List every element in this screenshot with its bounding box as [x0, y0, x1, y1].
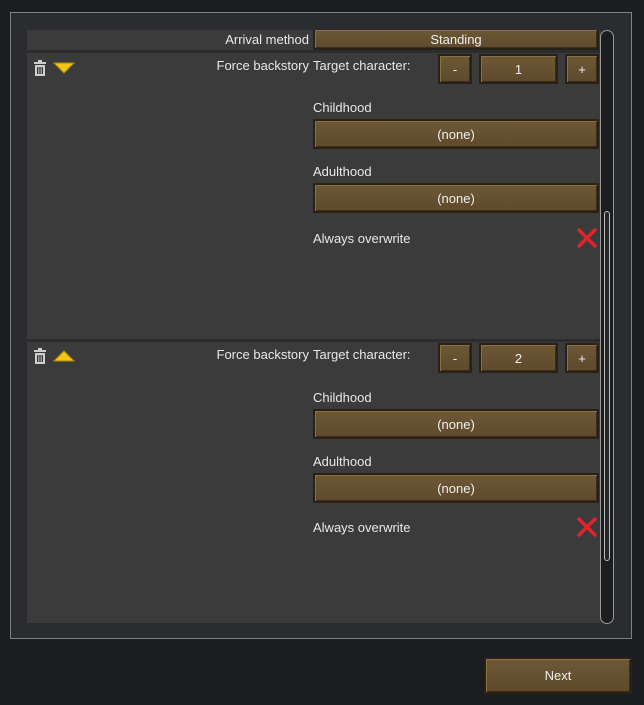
backstory-entry: Force backstory Target character: - 2 + …	[27, 342, 601, 623]
childhood-label: Childhood	[313, 100, 372, 115]
arrival-method-row: Arrival method Standing	[27, 30, 601, 50]
next-button[interactable]: Next	[484, 657, 632, 694]
adulthood-select[interactable]: (none)	[313, 473, 599, 503]
checkbox-unchecked-x-icon[interactable]	[576, 227, 598, 249]
target-character-label: Target character:	[313, 58, 411, 73]
childhood-label: Childhood	[313, 390, 372, 405]
always-overwrite-label: Always overwrite	[313, 520, 411, 535]
decrement-button[interactable]: -	[438, 54, 472, 84]
adulthood-label: Adulthood	[313, 164, 372, 179]
chevron-up-icon[interactable]	[53, 347, 75, 365]
adulthood-select[interactable]: (none)	[313, 183, 599, 213]
arrival-method-button[interactable]: Standing	[313, 30, 599, 50]
increment-button[interactable]: +	[565, 54, 599, 84]
chevron-down-icon[interactable]	[53, 59, 75, 77]
arrival-method-label: Arrival method	[225, 32, 309, 47]
always-overwrite-label: Always overwrite	[313, 231, 411, 246]
target-character-value[interactable]: 2	[479, 343, 558, 373]
entry-title: Force backstory	[216, 347, 309, 362]
trash-icon[interactable]	[31, 347, 49, 365]
childhood-select[interactable]: (none)	[313, 409, 599, 439]
backstory-entry: Force backstory Target character: - 1 + …	[27, 53, 601, 339]
target-character-value[interactable]: 1	[479, 54, 558, 84]
scroll-area[interactable]: Arrival method Standing Force backstory …	[27, 30, 601, 623]
dialog-window: Arrival method Standing Force backstory …	[10, 12, 632, 639]
checkbox-unchecked-x-icon[interactable]	[576, 516, 598, 538]
increment-button[interactable]: +	[565, 343, 599, 373]
entry-title: Force backstory	[216, 58, 309, 73]
vertical-scrollbar[interactable]	[600, 30, 614, 624]
decrement-button[interactable]: -	[438, 343, 472, 373]
scrollbar-thumb[interactable]	[604, 211, 610, 561]
target-character-label: Target character:	[313, 347, 411, 362]
trash-icon[interactable]	[31, 59, 49, 77]
adulthood-label: Adulthood	[313, 454, 372, 469]
childhood-select[interactable]: (none)	[313, 119, 599, 149]
